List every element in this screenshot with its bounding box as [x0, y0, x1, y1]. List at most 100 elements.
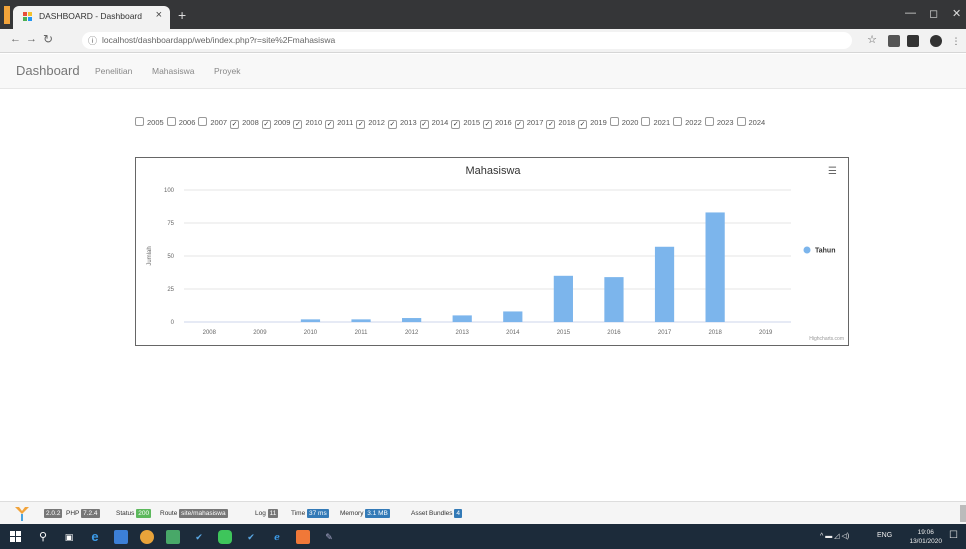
debug-toolbar-toggle[interactable]	[960, 505, 966, 522]
taskbar-clock[interactable]: 19:06 13/01/2020	[909, 528, 942, 546]
year-checkbox-2008[interactable]: ✓	[230, 120, 240, 129]
year-option-2016[interactable]: ✓ 2016	[483, 116, 512, 129]
year-option-2023[interactable]: 2023	[704, 116, 734, 129]
year-label: 2023	[716, 118, 734, 127]
memory-value: 3.1 MB	[365, 509, 390, 518]
debug-status-segment[interactable]: Status 200	[116, 509, 152, 518]
year-checkbox-2016[interactable]: ✓	[483, 120, 493, 129]
windows-start-icon[interactable]	[10, 531, 21, 542]
year-checkbox-2012[interactable]: ✓	[356, 120, 366, 129]
nav-link-proyek[interactable]: Proyek	[214, 66, 240, 76]
year-option-2011[interactable]: ✓ 2011	[325, 116, 353, 129]
year-option-2022[interactable]: 2022	[673, 116, 702, 129]
xampp-icon[interactable]	[296, 530, 310, 544]
year-option-2007[interactable]: 2007	[198, 116, 227, 129]
nav-link-mahasiswa[interactable]: Mahasiswa	[152, 66, 195, 76]
new-tab-button[interactable]: +	[178, 7, 186, 23]
notification-icon[interactable]: ☐	[949, 530, 958, 541]
tray-icons[interactable]: ^ ▬ ◿ ◁)	[820, 532, 849, 540]
debug-route-segment[interactable]: Route site/mahasiswa	[160, 509, 228, 518]
year-checkbox-2023[interactable]	[704, 117, 714, 126]
vscode-icon[interactable]: ✔	[192, 530, 206, 544]
navbar-brand[interactable]: Dashboard	[16, 63, 80, 78]
year-checkbox-2010[interactable]: ✓	[293, 120, 303, 129]
extension-icon-2[interactable]	[907, 35, 919, 47]
year-label: 2009	[273, 118, 291, 127]
debug-php-segment[interactable]: PHP 7.2.4	[66, 509, 100, 518]
debug-version-segment[interactable]: 2.0.2	[44, 509, 63, 518]
yii-logo-icon[interactable]	[14, 505, 30, 522]
forward-arrow-icon[interactable]: →	[26, 33, 37, 45]
task-view-icon[interactable]: ▣	[62, 530, 76, 544]
debug-log-segment[interactable]: Log 11	[255, 509, 279, 518]
language-indicator[interactable]: ENG	[877, 532, 892, 539]
chart-credits[interactable]: Highcharts.com	[809, 336, 844, 342]
nav-link-penelitian[interactable]: Penelitian	[95, 66, 132, 76]
year-option-2018[interactable]: ✓ 2018	[546, 116, 575, 129]
year-checkbox-2015[interactable]: ✓	[451, 120, 461, 129]
year-checkbox-2014[interactable]: ✓	[419, 120, 429, 129]
debug-time-segment[interactable]: Time 37 ms	[291, 509, 329, 518]
year-checkbox-2018[interactable]: ✓	[546, 120, 556, 129]
site-info-icon[interactable]: ⓘ	[88, 34, 97, 47]
reload-icon[interactable]: ↻	[43, 32, 53, 46]
year-option-2009[interactable]: ✓ 2009	[261, 116, 291, 129]
y-tick-label: 50	[167, 254, 174, 260]
year-option-2015[interactable]: ✓ 2015	[451, 116, 480, 129]
year-checkbox-2017[interactable]: ✓	[514, 120, 524, 129]
address-bar[interactable]: ⓘ localhost/dashboardapp/web/index.php?r…	[82, 32, 852, 49]
chrome-icon[interactable]	[140, 530, 154, 544]
year-label: 2012	[368, 118, 385, 127]
window-close-button[interactable]: ✕	[952, 7, 961, 20]
year-checkbox-2007[interactable]	[198, 117, 208, 126]
search-icon[interactable]: ⚲	[36, 530, 50, 544]
year-option-2021[interactable]: 2021	[641, 116, 670, 129]
year-option-2006[interactable]: 2006	[166, 116, 195, 129]
file-explorer-icon[interactable]	[114, 530, 128, 544]
year-option-2008[interactable]: ✓ 2008	[230, 116, 259, 129]
back-arrow-icon[interactable]: ←	[10, 33, 21, 45]
line-app-icon[interactable]	[218, 530, 232, 544]
app-icon-check[interactable]: ✔	[244, 530, 258, 544]
browser-tab[interactable]: DASHBOARD - Dashboard ×	[13, 6, 170, 29]
year-checkbox-2011[interactable]: ✓	[325, 120, 335, 129]
debug-assets-segment[interactable]: Asset Bundles 4	[411, 509, 462, 518]
year-option-2020[interactable]: 2020	[609, 116, 638, 129]
year-option-2024[interactable]: 2024	[736, 116, 765, 129]
bookmark-star-icon[interactable]: ☆	[866, 34, 878, 46]
year-option-2014[interactable]: ✓ 2014	[419, 116, 448, 129]
year-checkbox-2009[interactable]: ✓	[261, 120, 271, 129]
y-tick-label: 25	[167, 287, 174, 293]
tab-close-icon[interactable]: ×	[156, 9, 162, 21]
extension-icon[interactable]	[888, 35, 900, 47]
year-label: 2008	[242, 118, 259, 127]
year-option-2017[interactable]: ✓ 2017	[514, 116, 543, 129]
store-icon[interactable]	[166, 530, 180, 544]
year-checkbox-2013[interactable]: ✓	[387, 120, 397, 129]
year-checkbox-2006[interactable]	[166, 117, 176, 126]
year-checkbox-2019[interactable]: ✓	[578, 120, 588, 129]
profile-avatar-icon[interactable]	[930, 35, 942, 47]
status-badge: 200	[136, 509, 152, 518]
edge-browser-icon[interactable]: e	[88, 530, 102, 544]
year-label: 2010	[305, 118, 323, 127]
app-icon-e[interactable]: ℯ	[270, 530, 284, 544]
x-tick-label: 2008	[203, 330, 217, 336]
year-option-2019[interactable]: ✓ 2019	[578, 116, 607, 129]
debug-memory-segment[interactable]: Memory 3.1 MB	[340, 509, 390, 518]
year-checkbox-2020[interactable]	[609, 117, 619, 126]
x-tick-label: 2016	[607, 330, 621, 336]
window-maximize-button[interactable]: ◻	[929, 7, 938, 20]
year-checkbox-2024[interactable]	[736, 117, 746, 126]
year-option-2005[interactable]: 2005	[135, 116, 164, 129]
browser-menu-icon[interactable]: ⋮	[950, 35, 962, 47]
x-tick-label: 2015	[557, 330, 571, 336]
year-checkbox-2022[interactable]	[673, 117, 683, 126]
year-option-2013[interactable]: ✓ 2013	[387, 116, 417, 129]
year-option-2010[interactable]: ✓ 2010	[293, 116, 322, 129]
year-option-2012[interactable]: ✓ 2012	[356, 116, 385, 129]
window-minimize-button[interactable]: —	[905, 7, 916, 19]
app-icon-pen[interactable]: ✎	[322, 530, 336, 544]
year-checkbox-2021[interactable]	[641, 117, 651, 126]
year-checkbox-2005[interactable]	[135, 117, 144, 126]
